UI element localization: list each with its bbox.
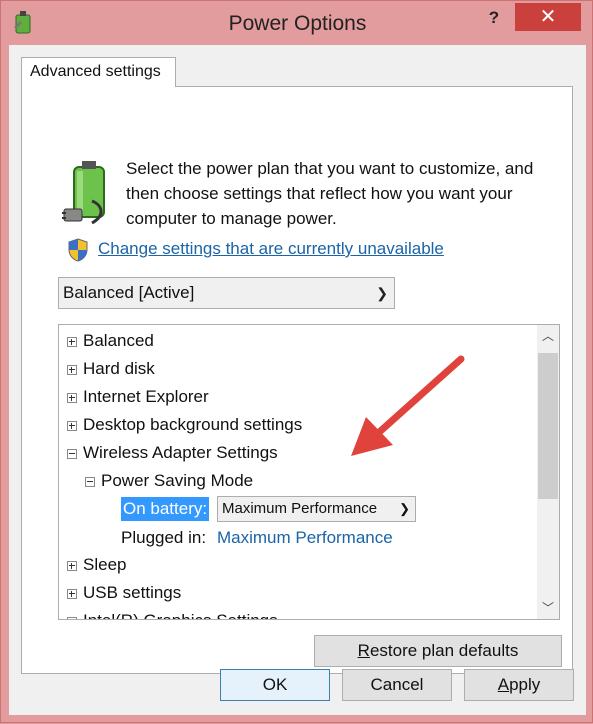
scroll-thumb[interactable] [538, 353, 558, 499]
dialog-client-area: Advanced settings Select the power plan … [9, 45, 586, 715]
power-options-window: Power Options ? ✕ Advanced settings Sele… [0, 0, 593, 723]
tree-item-desktop-background[interactable]: Desktop background settings [67, 413, 302, 437]
tree-item-label: Intel(R) Graphics Settings [83, 611, 278, 619]
tree-item-intel-graphics[interactable]: Intel(R) Graphics Settings [67, 609, 278, 619]
collapse-icon[interactable] [67, 448, 77, 459]
tree-item-label: Hard disk [83, 359, 155, 378]
apply-button-accelerator: A [497, 675, 510, 694]
cancel-button[interactable]: Cancel [342, 669, 452, 701]
settings-tree: Balanced Hard disk Internet Explorer Des… [58, 324, 560, 620]
on-battery-value: Maximum Performance [222, 500, 378, 517]
restore-button-label: estore plan defaults [369, 641, 519, 660]
collapse-icon[interactable] [85, 476, 95, 487]
apply-button[interactable]: Apply [464, 669, 574, 701]
expand-icon[interactable] [67, 364, 77, 375]
tree-item-label: Balanced [83, 331, 154, 350]
apply-button-label: pply [509, 675, 541, 694]
advanced-settings-panel: Select the power plan that you want to c… [21, 86, 573, 674]
scroll-down-icon[interactable]: ﹀ [537, 597, 559, 619]
expand-icon[interactable] [67, 560, 77, 571]
tree-item-internet-explorer[interactable]: Internet Explorer [67, 385, 209, 409]
tree-item-sleep[interactable]: Sleep [67, 553, 126, 577]
tree-item-label: Internet Explorer [83, 387, 209, 406]
tab-advanced-settings[interactable]: Advanced settings [21, 57, 176, 87]
plugged-in-value[interactable]: Maximum Performance [217, 526, 393, 550]
plugged-in-label: Plugged in: [121, 528, 207, 547]
tree-item-label: Power Saving Mode [101, 471, 254, 490]
chevron-down-icon: ❯ [376, 285, 388, 301]
tree-item-wireless-adapter[interactable]: Wireless Adapter Settings [67, 441, 278, 465]
change-settings-link[interactable]: Change settings that are currently unava… [98, 239, 444, 259]
restore-plan-defaults-button[interactable]: Restore plan defaults [314, 635, 562, 667]
expand-icon[interactable] [67, 588, 77, 599]
ok-button[interactable]: OK [220, 669, 330, 701]
tree-item-label: Desktop background settings [83, 415, 303, 434]
expand-icon[interactable] [67, 616, 77, 619]
tree-item-label: Wireless Adapter Settings [83, 443, 278, 462]
tree-item-label: Sleep [83, 555, 127, 574]
close-button[interactable]: ✕ [515, 3, 581, 31]
vertical-scrollbar[interactable]: ︿ ﹀ [537, 325, 559, 619]
battery-plug-icon [62, 161, 105, 225]
title-bar[interactable]: Power Options ? ✕ [1, 1, 593, 45]
tree-item-label: USB settings [83, 583, 182, 602]
intro-text: Select the power plan that you want to c… [126, 159, 534, 228]
power-plan-dropdown[interactable]: Balanced [Active] ❯ [58, 277, 395, 309]
tree-item-balanced[interactable]: Balanced [67, 329, 154, 353]
tree-item-power-saving-mode[interactable]: Power Saving Mode [85, 469, 253, 493]
expand-icon[interactable] [67, 336, 77, 347]
tree-item-usb-settings[interactable]: USB settings [67, 581, 181, 605]
expand-icon[interactable] [67, 392, 77, 403]
help-button[interactable]: ? [477, 5, 511, 31]
expand-icon[interactable] [67, 420, 77, 431]
on-battery-label: On battery: [121, 497, 210, 521]
on-battery-dropdown[interactable]: Maximum Performance ❯ [217, 496, 416, 522]
power-plan-value: Balanced [Active] [63, 283, 195, 302]
scroll-up-icon[interactable]: ︿ [537, 325, 559, 347]
chevron-down-icon: ❯ [399, 501, 410, 516]
restore-button-accelerator: R [357, 641, 370, 660]
tree-item-hard-disk[interactable]: Hard disk [67, 357, 155, 381]
uac-shield-icon [68, 238, 88, 262]
